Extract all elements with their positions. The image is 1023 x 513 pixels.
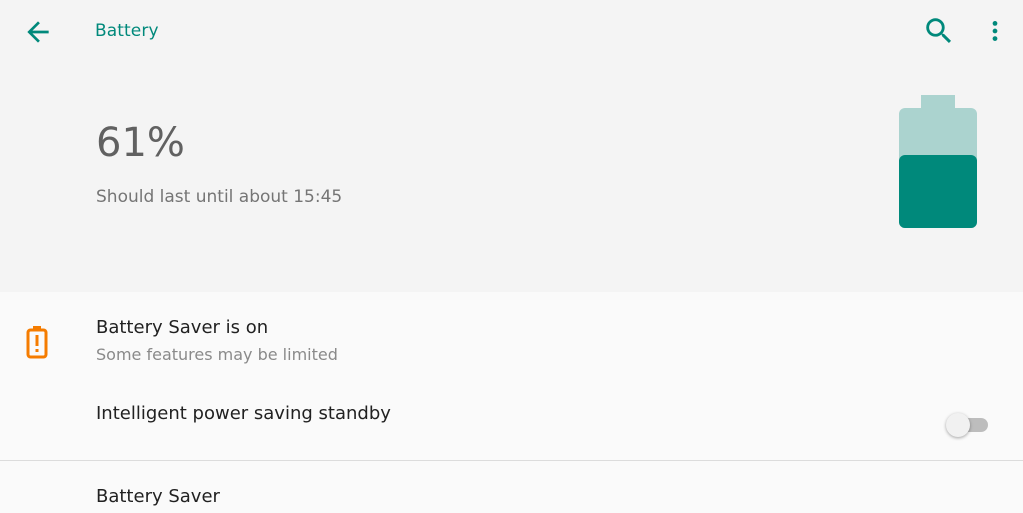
intelligent-standby-title: Intelligent power saving standby xyxy=(96,403,391,424)
battery-saver-item[interactable]: Battery Saver xyxy=(0,461,1023,513)
intelligent-standby-toggle[interactable] xyxy=(944,412,990,438)
search-icon[interactable] xyxy=(922,14,956,48)
battery-saver-title: Battery Saver xyxy=(96,486,220,507)
toggle-thumb xyxy=(946,413,970,437)
battery-alert-icon xyxy=(26,326,48,359)
page-title: Battery xyxy=(95,21,159,41)
arrow-back-icon[interactable] xyxy=(22,16,54,48)
battery-header: 61% Should last until about 15:45 xyxy=(0,64,1023,292)
battery-saver-status-title: Battery Saver is on xyxy=(96,317,269,338)
battery-saver-status-subtitle: Some features may be limited xyxy=(96,345,338,364)
more-vert-icon[interactable] xyxy=(982,14,1008,48)
battery-level-icon xyxy=(899,95,977,228)
battery-percentage: 61% xyxy=(96,120,185,166)
app-bar: Battery xyxy=(0,0,1023,64)
battery-estimate: Should last until about 15:45 xyxy=(96,187,343,207)
intelligent-standby-item[interactable]: Intelligent power saving standby xyxy=(0,380,1023,460)
battery-saver-status-item[interactable]: Battery Saver is on Some features may be… xyxy=(0,292,1023,380)
